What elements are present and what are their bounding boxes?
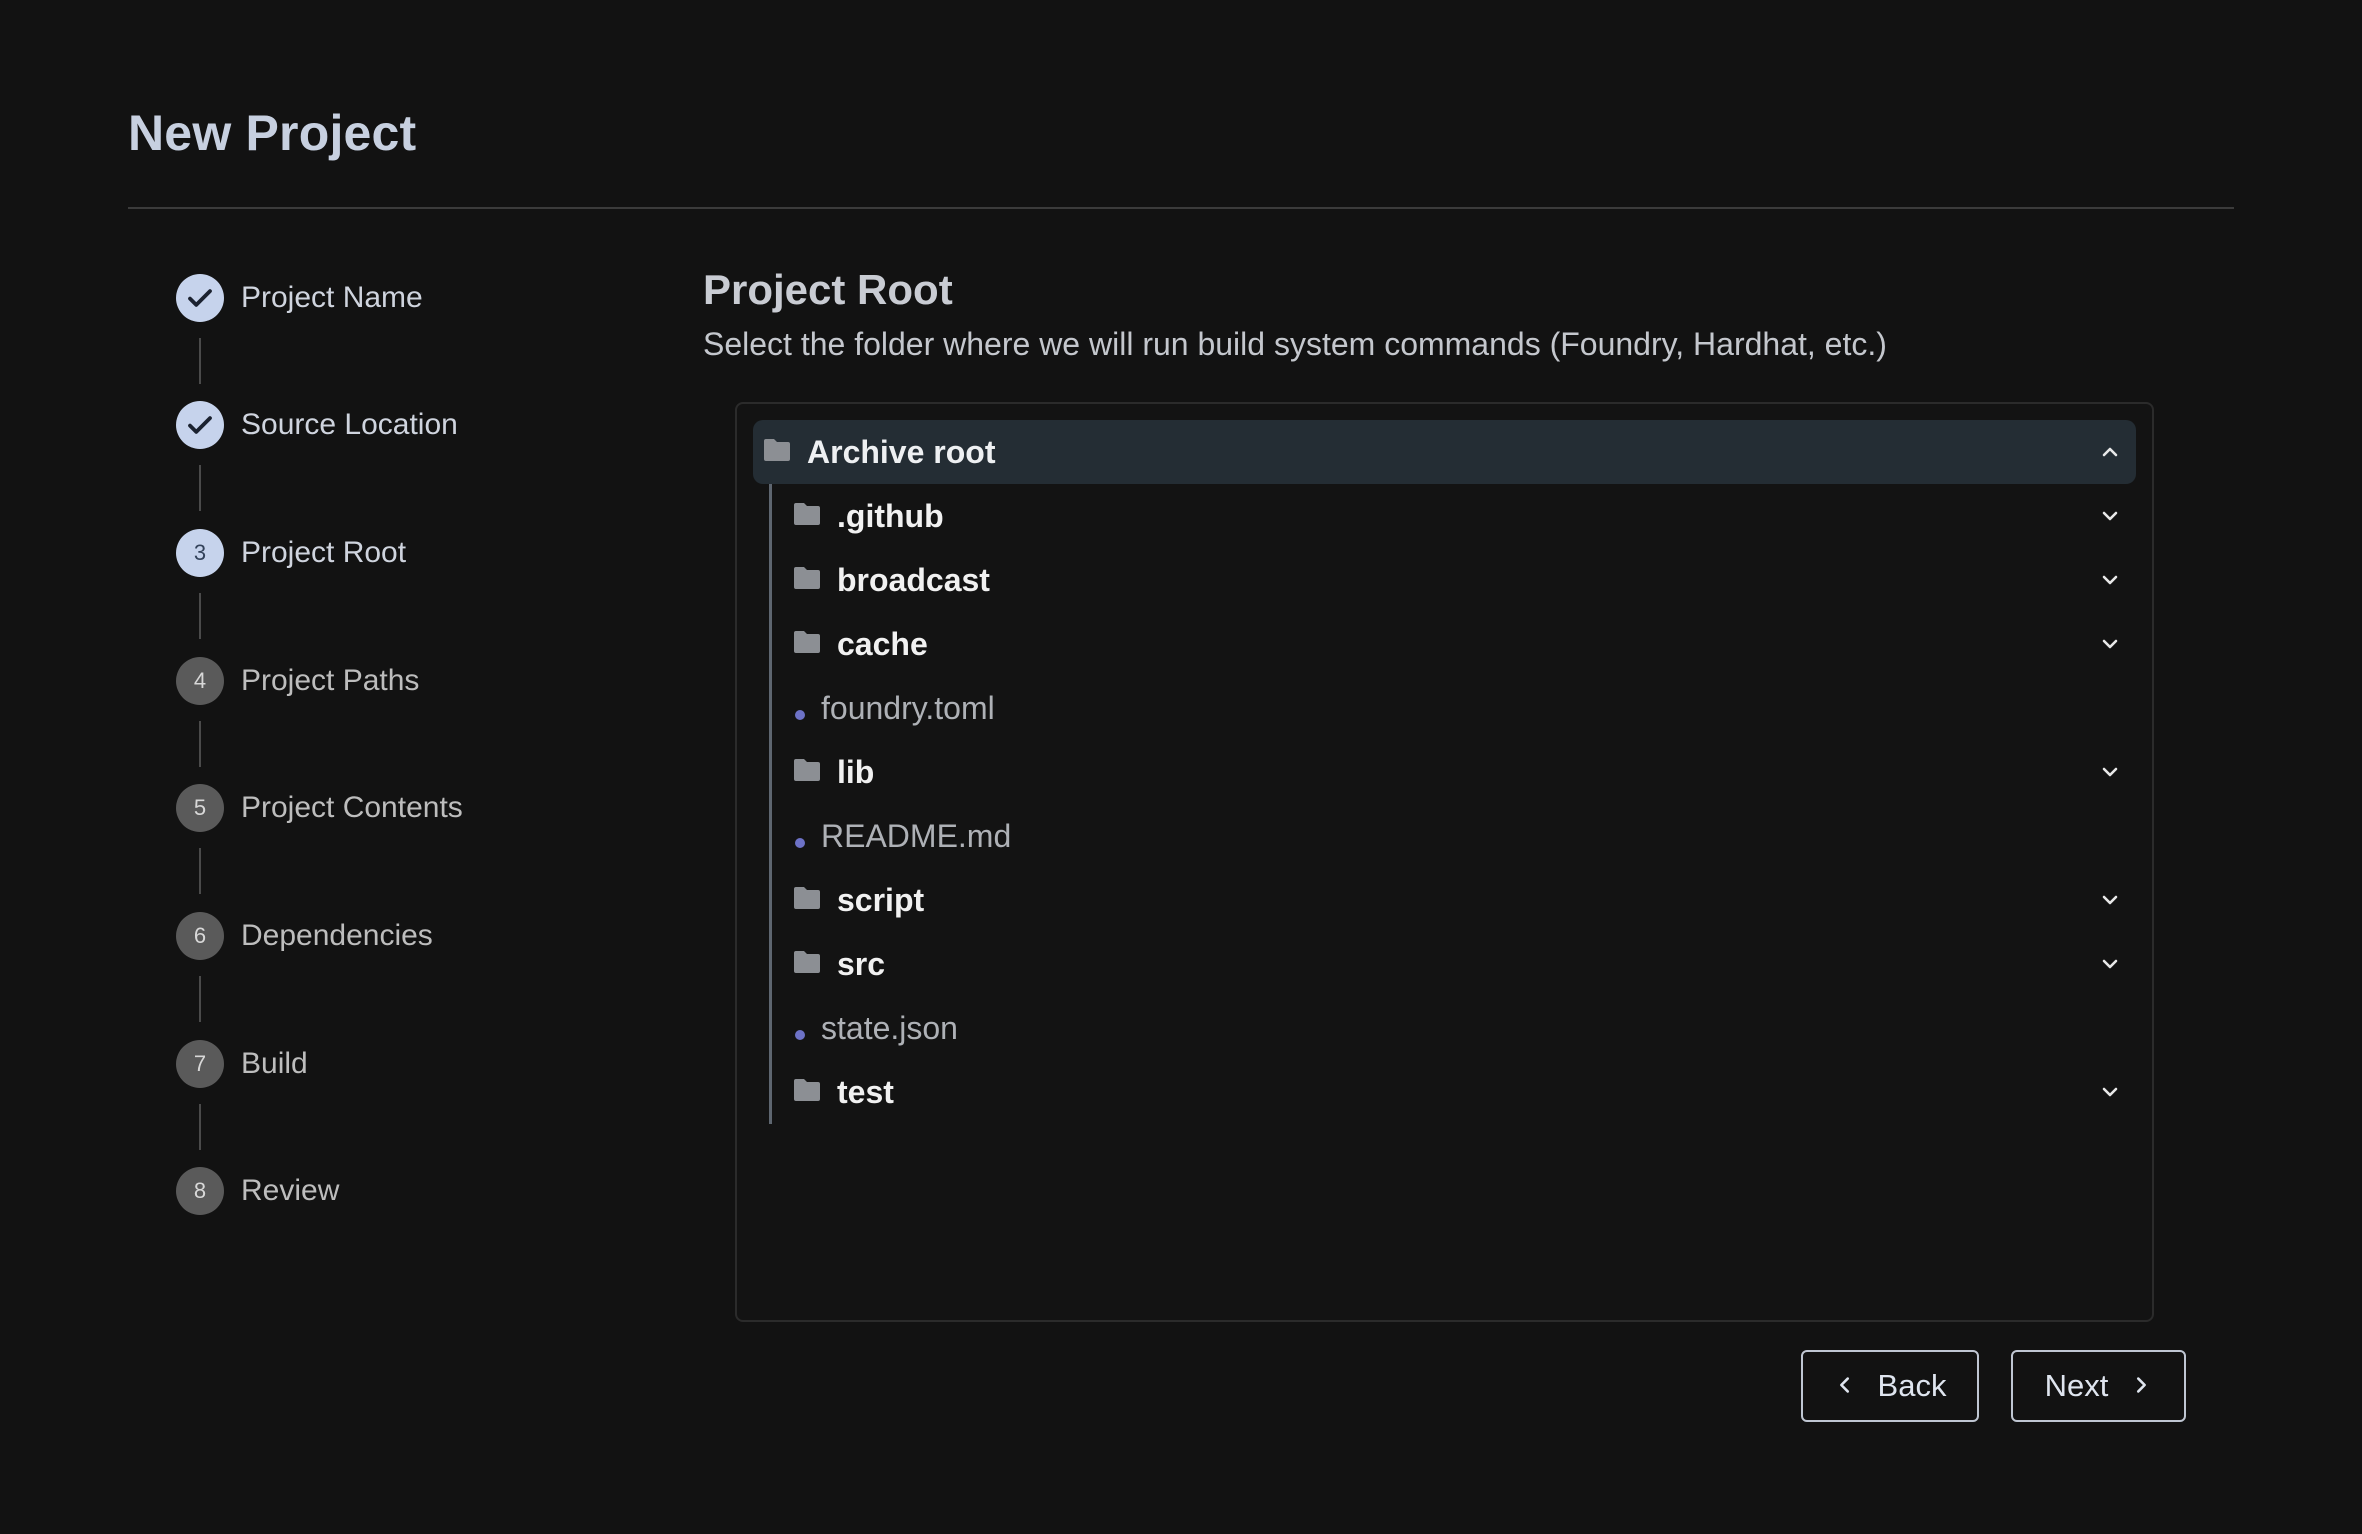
step-label: Project Contents (241, 791, 463, 824)
step-connector (199, 1104, 201, 1150)
chevron-down-icon[interactable] (2098, 504, 2122, 533)
tree-item-label: .github (837, 497, 944, 534)
folder-tree: Archive root .github broadcast cache fou… (735, 402, 2154, 1322)
tree-item-label: README.md (821, 817, 1012, 854)
tree-folder-test[interactable]: test (793, 1060, 2136, 1124)
step-number: 8 (176, 1167, 224, 1215)
tree-item-label: src (837, 945, 886, 982)
tree-folder-script[interactable]: script (793, 868, 2136, 932)
back-button[interactable]: Back (1801, 1350, 1979, 1422)
next-button-label: Next (2044, 1368, 2109, 1403)
folder-icon (793, 630, 821, 659)
step-connector (199, 593, 201, 639)
step-project-paths[interactable]: 4 Project Paths (176, 657, 596, 705)
folder-icon (793, 1078, 821, 1107)
title-divider (128, 207, 2234, 209)
section-description: Select the folder where we will run buil… (703, 326, 1887, 362)
chevron-down-icon[interactable] (2098, 760, 2122, 789)
tree-item-label: lib (837, 753, 875, 790)
step-project-name[interactable]: Project Name (176, 274, 596, 322)
folder-icon (793, 886, 821, 915)
back-button-label: Back (1877, 1368, 1947, 1403)
folder-icon (793, 758, 821, 787)
folder-icon (793, 566, 821, 595)
tree-folder-src[interactable]: src (793, 932, 2136, 996)
tree-root-archive[interactable]: Archive root (753, 420, 2136, 484)
chevron-down-icon[interactable] (2098, 568, 2122, 597)
tree-file-foundry-toml[interactable]: foundry.toml (793, 676, 2136, 740)
tree-root-label: Archive root (807, 433, 996, 470)
chevron-down-icon[interactable] (2098, 632, 2122, 661)
step-label: Review (241, 1174, 340, 1207)
step-build[interactable]: 7 Build (176, 1040, 596, 1088)
step-project-root[interactable]: 3 Project Root (176, 529, 596, 577)
file-dot-icon (795, 710, 805, 720)
section-title: Project Root (703, 266, 953, 313)
next-button[interactable]: Next (2011, 1350, 2186, 1422)
tree-folder-lib[interactable]: lib (793, 740, 2136, 804)
tree-file-state-json[interactable]: state.json (793, 996, 2136, 1060)
step-dependencies[interactable]: 6 Dependencies (176, 912, 596, 960)
step-connector (199, 976, 201, 1022)
tree-folder-cache[interactable]: cache (793, 612, 2136, 676)
step-connector (199, 465, 201, 511)
folder-icon (793, 950, 821, 979)
step-label: Project Name (241, 281, 423, 314)
chevron-down-icon[interactable] (2098, 952, 2122, 981)
chevron-down-icon[interactable] (2098, 888, 2122, 917)
new-project-page: New Project Project Name Source Location… (0, 0, 2362, 1534)
step-number: 5 (176, 784, 224, 832)
file-dot-icon (795, 1030, 805, 1040)
step-number: 7 (176, 1040, 224, 1088)
tree-file-readme[interactable]: README.md (793, 804, 2136, 868)
step-connector (199, 721, 201, 767)
step-label: Project Root (241, 536, 407, 569)
step-label: Project Paths (241, 664, 420, 697)
step-label: Source Location (241, 408, 458, 441)
step-connector (199, 848, 201, 894)
step-connector (199, 338, 201, 384)
step-number: 4 (176, 657, 224, 705)
step-project-contents[interactable]: 5 Project Contents (176, 784, 596, 832)
tree-item-label: broadcast (837, 561, 990, 598)
step-source-location[interactable]: Source Location (176, 401, 596, 449)
step-label: Build (241, 1047, 308, 1080)
tree-item-label: cache (837, 625, 928, 662)
chevron-up-icon[interactable] (2098, 440, 2122, 469)
check-icon (176, 274, 224, 322)
tree-item-label: script (837, 881, 925, 918)
page-title: New Project (128, 105, 417, 161)
chevron-right-icon (2130, 1368, 2152, 1404)
tree-item-label: state.json (821, 1009, 958, 1046)
step-label: Dependencies (241, 919, 433, 952)
folder-icon (793, 502, 821, 531)
tree-item-label: foundry.toml (821, 689, 995, 726)
step-review[interactable]: 8 Review (176, 1167, 596, 1215)
check-icon (176, 401, 224, 449)
chevron-down-icon[interactable] (2098, 1080, 2122, 1109)
tree-guide-line (769, 484, 772, 1124)
tree-folder-github[interactable]: .github (793, 484, 2136, 548)
file-dot-icon (795, 838, 805, 848)
step-number: 3 (176, 529, 224, 577)
folder-icon (763, 438, 791, 467)
tree-folder-broadcast[interactable]: broadcast (793, 548, 2136, 612)
step-number: 6 (176, 912, 224, 960)
tree-item-label: test (837, 1073, 894, 1110)
chevron-left-icon (1834, 1368, 1856, 1404)
